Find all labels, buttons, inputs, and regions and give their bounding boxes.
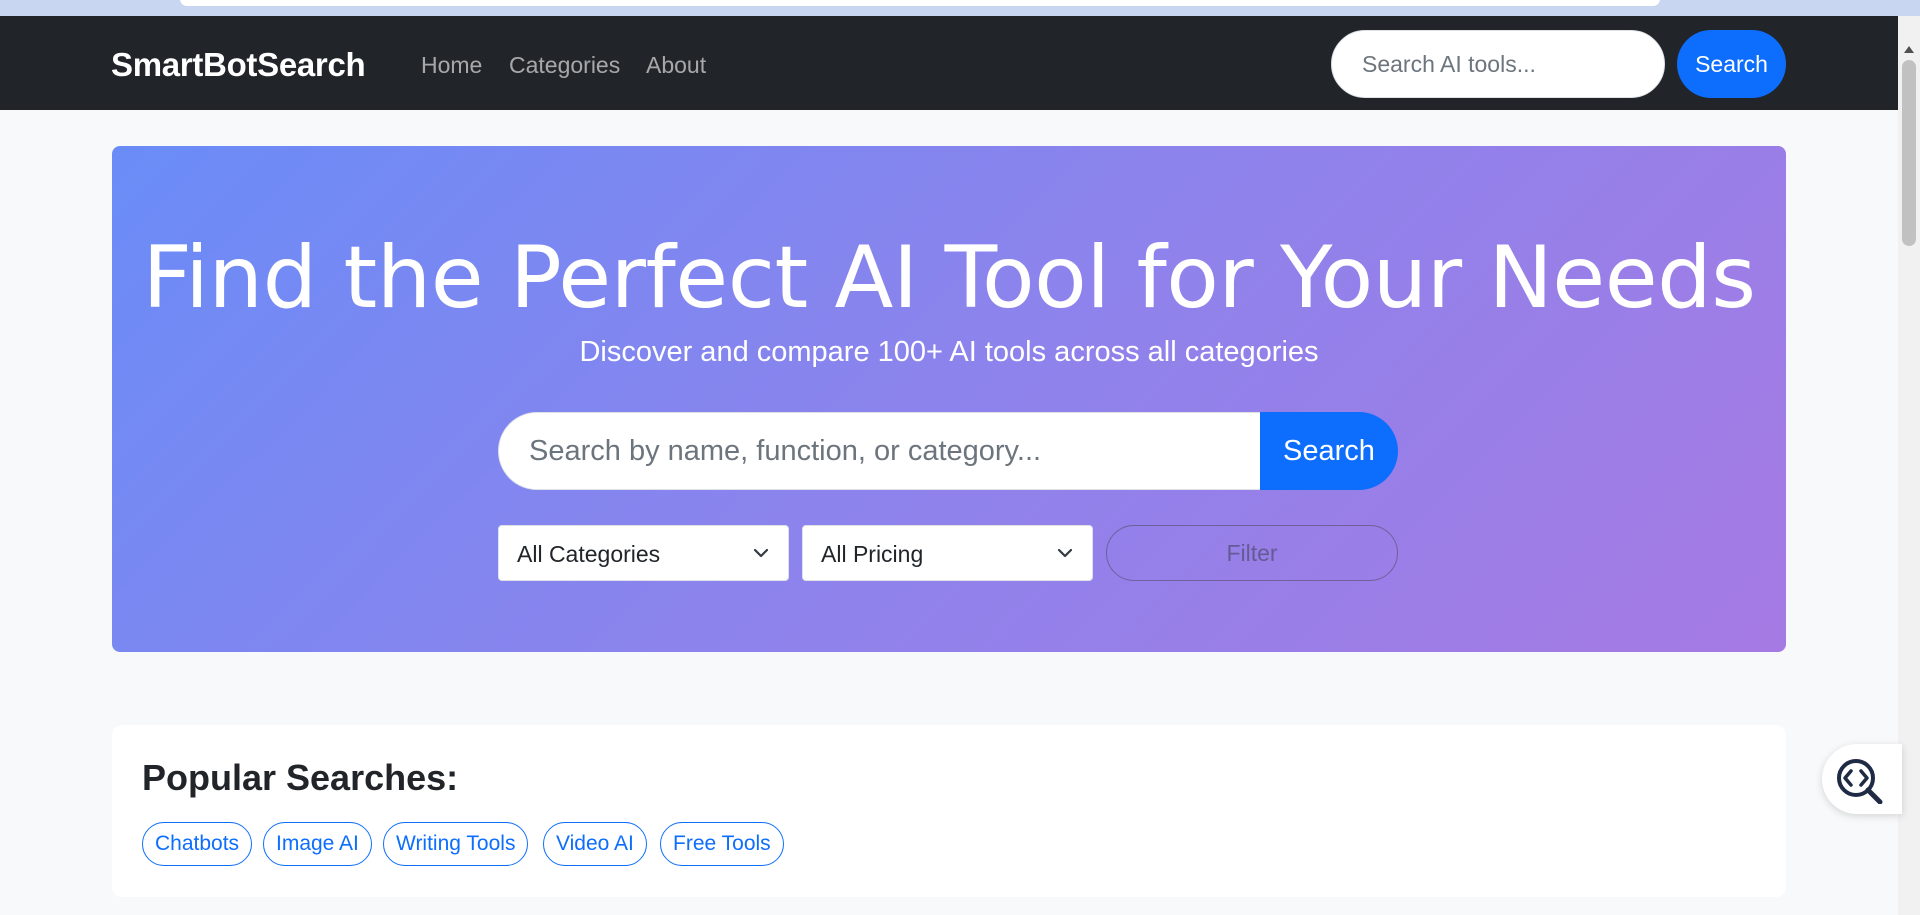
tag-free-tools[interactable]: Free Tools bbox=[660, 822, 784, 866]
popular-searches-card: Popular Searches: Chatbots Image AI Writ… bbox=[112, 725, 1786, 897]
floating-code-search-button[interactable] bbox=[1822, 744, 1902, 814]
brand-logo[interactable]: SmartBotSearch bbox=[111, 46, 366, 84]
hero-title: Find the Perfect AI Tool for Your Needs bbox=[142, 228, 1756, 328]
scrollbar-thumb[interactable] bbox=[1902, 60, 1916, 246]
tag-video-ai[interactable]: Video AI bbox=[543, 822, 647, 866]
tag-writing-tools[interactable]: Writing Tools bbox=[383, 822, 529, 866]
nav-link-home[interactable]: Home bbox=[421, 52, 482, 79]
filter-button[interactable]: Filter bbox=[1106, 525, 1398, 581]
hero-section: Find the Perfect AI Tool for Your Needs … bbox=[112, 146, 1786, 652]
top-navbar: SmartBotSearch Home Categories About Sea… bbox=[0, 16, 1898, 110]
code-search-icon bbox=[1837, 759, 1883, 804]
browser-address-bar[interactable] bbox=[180, 0, 1660, 6]
chevron-down-icon bbox=[1058, 548, 1072, 558]
navbar-search-button[interactable]: Search bbox=[1677, 30, 1786, 98]
hero-search-button[interactable]: Search bbox=[1260, 412, 1398, 490]
nav-link-categories[interactable]: Categories bbox=[509, 52, 620, 79]
tag-image-ai[interactable]: Image AI bbox=[263, 822, 372, 866]
scroll-up-arrow-icon[interactable] bbox=[1904, 46, 1914, 53]
chevron-down-icon bbox=[754, 548, 768, 558]
tag-chatbots[interactable]: Chatbots bbox=[142, 822, 253, 866]
browser-tab-strip bbox=[0, 0, 1920, 16]
navbar-search-input[interactable] bbox=[1331, 30, 1665, 98]
nav-link-about[interactable]: About bbox=[646, 52, 706, 79]
category-select[interactable]: All Categories bbox=[498, 525, 789, 581]
pricing-select-value: All Pricing bbox=[821, 541, 924, 567]
popular-searches-title: Popular Searches: bbox=[142, 757, 459, 798]
hero-subtitle: Discover and compare 100+ AI tools acros… bbox=[579, 336, 1319, 368]
hero-search-input[interactable] bbox=[498, 412, 1261, 490]
category-select-value: All Categories bbox=[517, 541, 661, 567]
pricing-select[interactable]: All Pricing bbox=[802, 525, 1093, 581]
